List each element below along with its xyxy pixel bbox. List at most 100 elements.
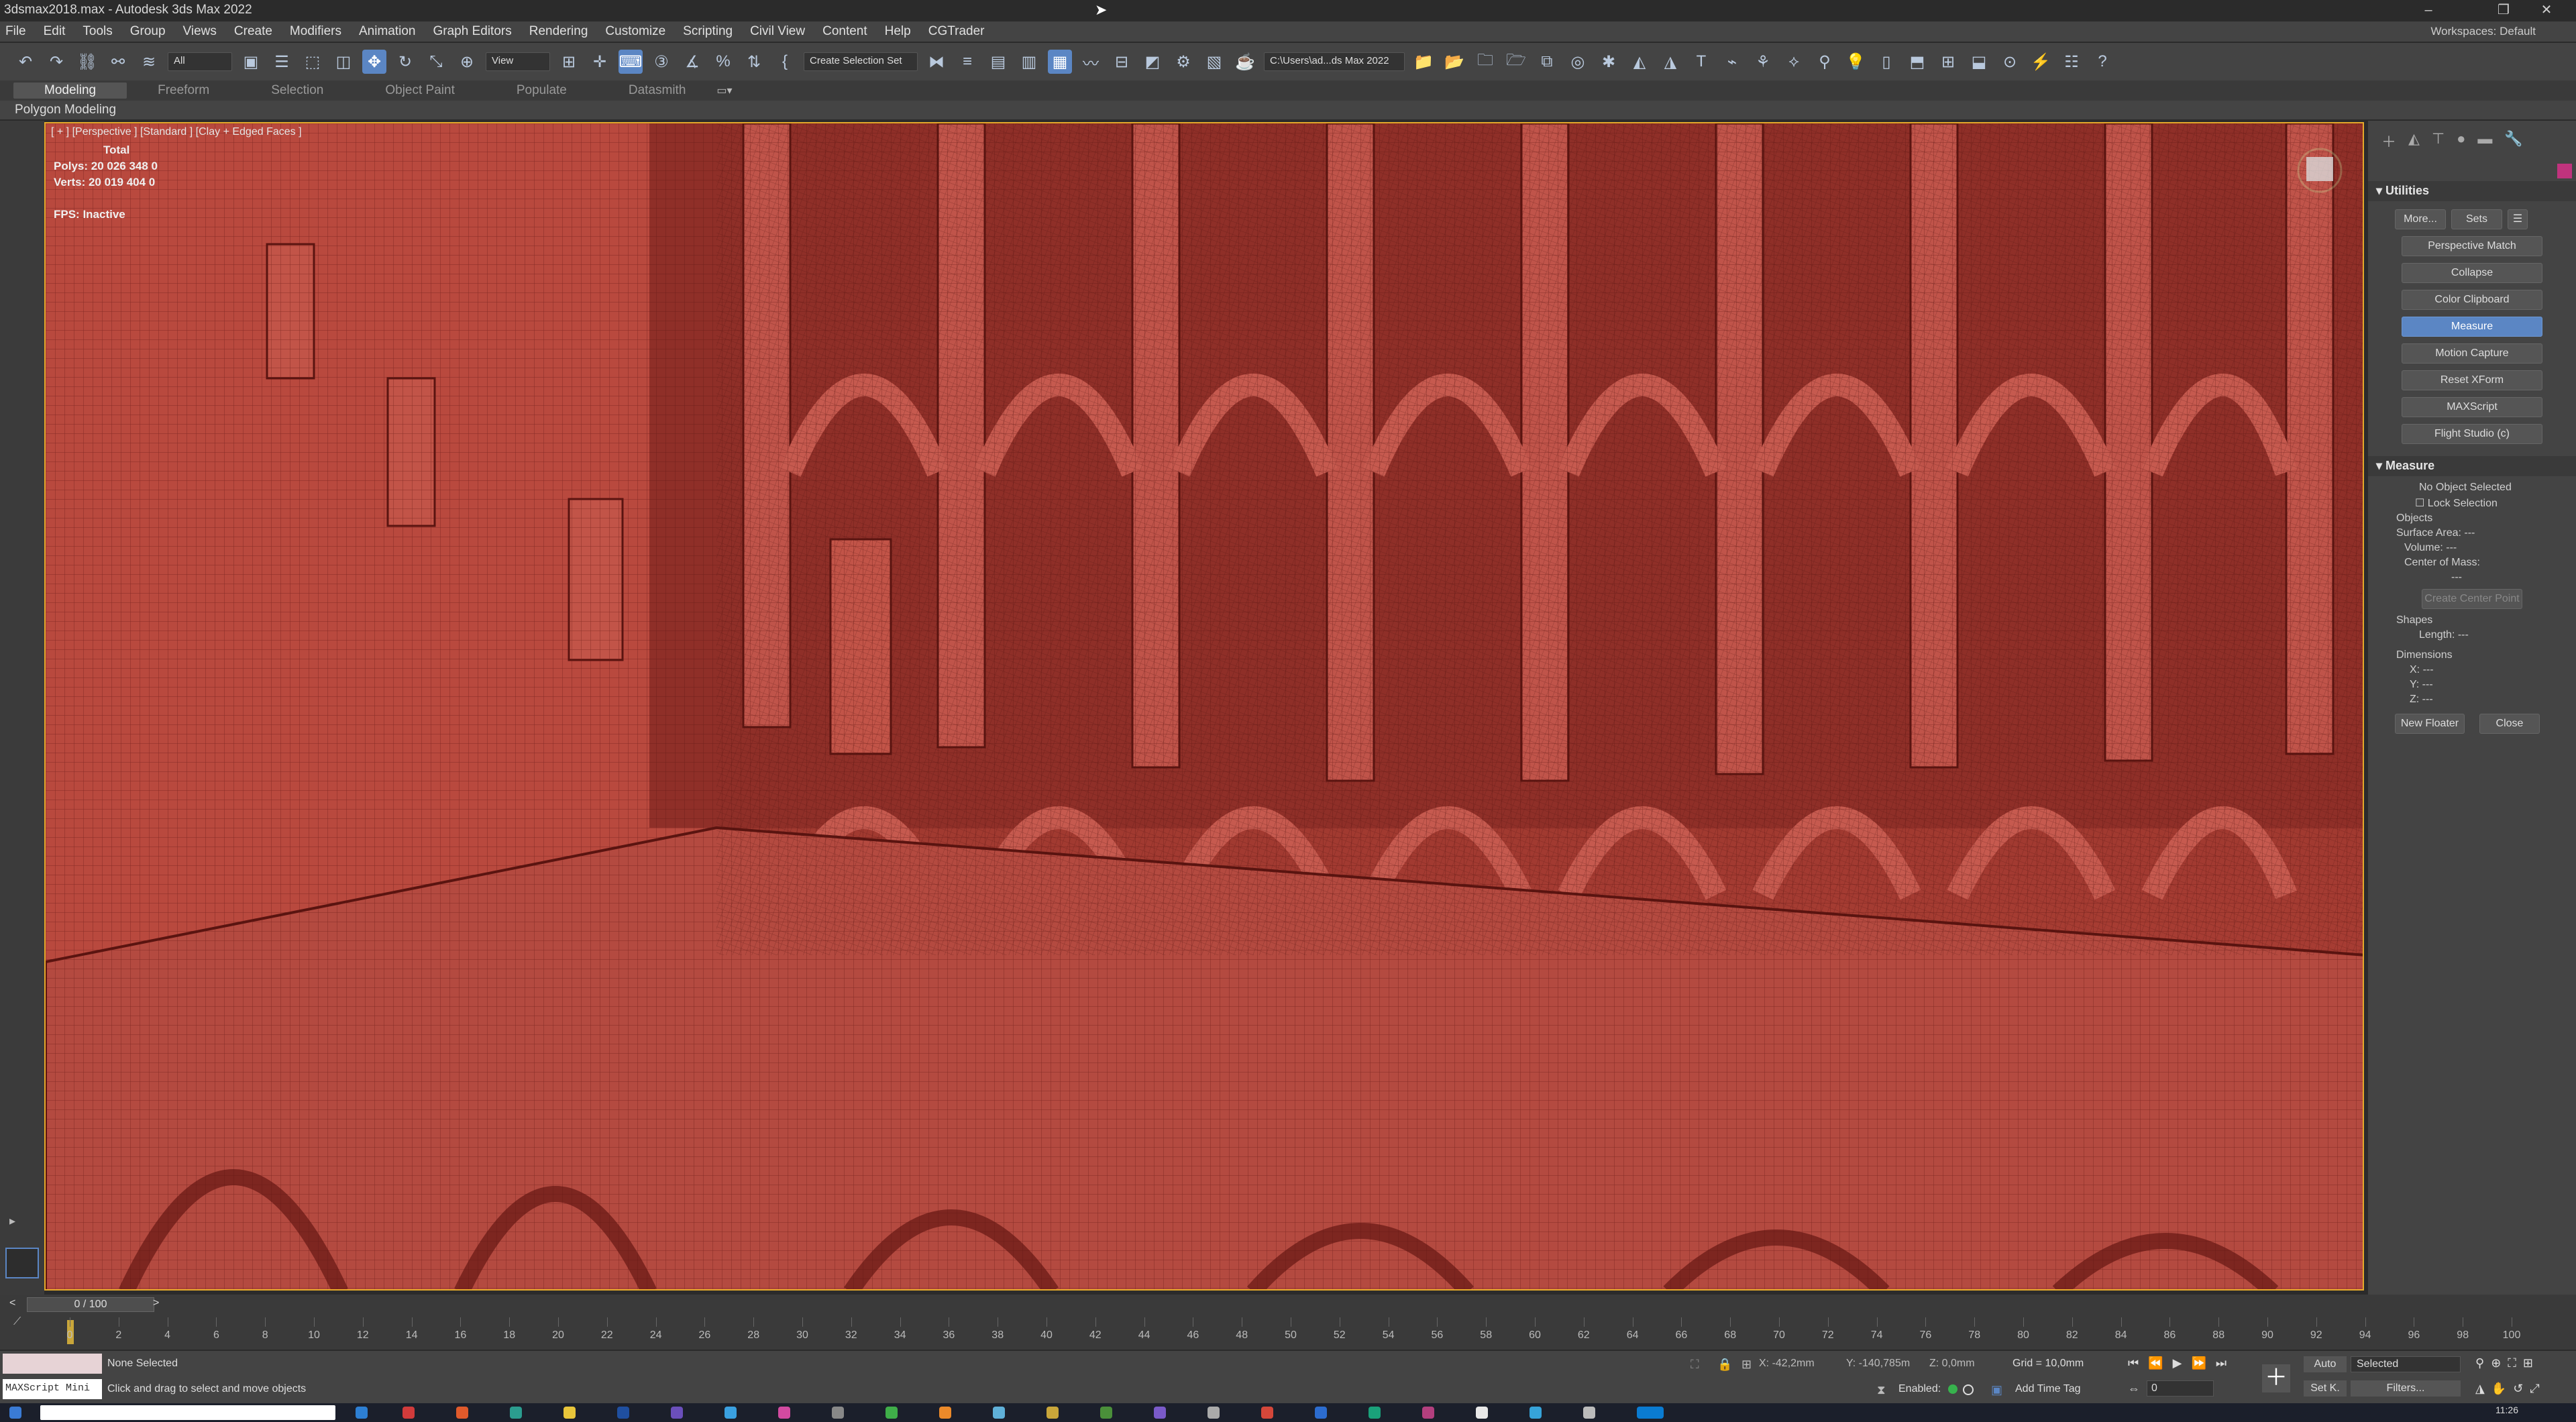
menu-modifiers[interactable]: Modifiers [290, 24, 341, 39]
expand-arrow-icon[interactable]: ▸ [9, 1214, 15, 1228]
app-icon-3dsmax[interactable] [1637, 1407, 1664, 1419]
measure-button[interactable]: Measure [2402, 317, 2542, 337]
keyboard-shortcut-override-icon[interactable]: ⌨ [619, 50, 643, 74]
space-warp-icon[interactable]: ⌁ [1720, 50, 1744, 74]
workspaces-selector[interactable]: Workspaces: Default [2430, 25, 2536, 38]
scene-converter-icon[interactable]: ⚡ [2029, 50, 2053, 74]
app-icon-12[interactable] [939, 1407, 951, 1419]
tab-modeling[interactable]: Modeling [13, 83, 127, 99]
absolute-mode-icon[interactable]: ⊞ [1741, 1358, 1752, 1372]
safe-frame-icon[interactable]: ⬒ [1905, 50, 1929, 74]
app-icon-10[interactable] [832, 1407, 844, 1419]
reference-coordinate-dropdown[interactable]: View [486, 52, 550, 71]
maximize-viewport-icon[interactable]: ⤢ [2530, 1382, 2539, 1396]
menu-graph-editors[interactable]: Graph Editors [433, 24, 512, 39]
prev-key-icon[interactable]: ⏪ [2148, 1356, 2163, 1370]
select-and-place-icon[interactable]: ⊕ [455, 50, 479, 74]
listener-pink-box[interactable] [3, 1354, 102, 1374]
time-slider[interactable]: < 0 / 100 > [0, 1295, 2576, 1315]
undo-icon[interactable]: ↶ [13, 50, 38, 74]
flight-studio-button[interactable]: Flight Studio (c) [2402, 424, 2542, 444]
bulb-icon[interactable]: 💡 [1843, 50, 1868, 74]
prev-frame-icon[interactable]: < [9, 1297, 15, 1309]
menu-tools[interactable]: Tools [83, 24, 112, 39]
text-icon[interactable]: T [1689, 50, 1713, 74]
tab-selection[interactable]: Selection [240, 83, 354, 98]
utilities-tab-icon[interactable]: 🔧 [2504, 130, 2522, 152]
network-icon[interactable]: ⧉ [1535, 50, 1559, 74]
menu-help[interactable]: Help [885, 24, 911, 39]
play-icon[interactable]: ▶ [2173, 1356, 2182, 1370]
motion-capture-button[interactable]: Motion Capture [2402, 343, 2542, 364]
display-tab-icon[interactable]: ▬ [2477, 130, 2492, 152]
window-crossing-icon[interactable]: ◫ [331, 50, 356, 74]
scene-explorer-icon[interactable]: ▤ [986, 50, 1010, 74]
motion-tab-icon[interactable]: ● [2457, 130, 2465, 152]
menu-customize[interactable]: Customize [605, 24, 665, 39]
helper-icon[interactable]: ◭ [1627, 50, 1652, 74]
app-icon-22[interactable] [1476, 1407, 1488, 1419]
curve-editor-icon[interactable]: 〰 [1079, 50, 1103, 74]
hierarchy-tab-icon[interactable]: ⊤ [2432, 130, 2445, 152]
app-icon-21[interactable] [1422, 1407, 1434, 1419]
more-button[interactable]: More... [2395, 209, 2446, 229]
tab-populate[interactable]: Populate [486, 83, 598, 98]
menu-rendering[interactable]: Rendering [529, 24, 588, 39]
viewport-label[interactable]: [ + ] [Perspective ] [Standard ] [Clay +… [51, 126, 302, 138]
menu-civil-view[interactable]: Civil View [750, 24, 805, 39]
spinner-snap-icon[interactable]: ⇅ [742, 50, 766, 74]
app-icon-3[interactable] [456, 1407, 468, 1419]
app-icon-14[interactable] [1046, 1407, 1059, 1419]
menu-create[interactable]: Create [234, 24, 272, 39]
hair-icon[interactable]: ⚲ [1813, 50, 1837, 74]
bind-space-warp-icon[interactable]: ≋ [137, 50, 161, 74]
menu-edit[interactable]: Edit [44, 24, 66, 39]
current-frame-field[interactable]: 0 [2147, 1380, 2214, 1397]
align-icon[interactable]: ≡ [955, 50, 979, 74]
help-icon[interactable]: ? [2090, 50, 2114, 74]
go-to-start-icon[interactable]: ⏮ [2128, 1356, 2139, 1370]
tab-datasmith[interactable]: Datasmith [598, 83, 717, 98]
app-icon-7[interactable] [671, 1407, 683, 1419]
restore-icon[interactable]: ❐ [2483, 0, 2524, 20]
app-icon-8[interactable] [724, 1407, 737, 1419]
angle-snap-icon[interactable]: ∡ [680, 50, 704, 74]
add-time-tag-label[interactable]: Add Time Tag [2015, 1383, 2081, 1395]
layer-explorer-icon[interactable]: ▥ [1017, 50, 1041, 74]
percent-snap-icon[interactable]: % [711, 50, 735, 74]
selection-filter-dropdown[interactable]: All [168, 52, 232, 71]
app-icon-20[interactable] [1368, 1407, 1381, 1419]
menu-file[interactable]: File [5, 24, 26, 39]
close-button[interactable]: Close [2479, 714, 2540, 734]
viewport-layout-thumbnail[interactable] [5, 1248, 39, 1278]
app-icon-6[interactable] [617, 1407, 629, 1419]
go-to-end-icon[interactable]: ⏭ [2216, 1356, 2226, 1370]
menu-views[interactable]: Views [183, 24, 217, 39]
schematic-view-icon[interactable]: ⊟ [1110, 50, 1134, 74]
app-icon-23[interactable] [1529, 1407, 1542, 1419]
menu-group[interactable]: Group [130, 24, 166, 39]
select-object-icon[interactable]: ▣ [239, 50, 263, 74]
adaptive-options-icon[interactable] [1963, 1384, 1974, 1395]
zoom-icon[interactable]: ⚲ [2475, 1356, 2484, 1370]
select-and-move-icon[interactable]: ✥ [362, 50, 386, 74]
project-path-dropdown[interactable]: C:\Users\ad...ds Max 2022 [1264, 52, 1405, 71]
track-bar[interactable]: ⟋ 0 2 4 6 8 10 12 14 16 18 20 22 24 26 28 30 32 34 36 38 40 4… [0, 1315, 2576, 1350]
render-production-icon[interactable]: ☕ [1233, 50, 1257, 74]
time-config-icon[interactable]: ⇔ [2128, 1382, 2140, 1396]
select-and-rotate-icon[interactable]: ↻ [393, 50, 417, 74]
unlink-icon[interactable]: ⚯ [106, 50, 130, 74]
app-icon-17[interactable] [1208, 1407, 1220, 1419]
browse-icon[interactable]: 🗁 [1504, 50, 1528, 74]
menu-scripting[interactable]: Scripting [683, 24, 733, 39]
auto-key-button[interactable]: Auto [2304, 1356, 2347, 1372]
grid-icon[interactable]: ⊞ [1936, 50, 1960, 74]
app-icon-11[interactable] [885, 1407, 898, 1419]
lock-selection-checkbox[interactable]: ☐ Lock Selection [2368, 495, 2576, 511]
app-icon-1[interactable] [356, 1407, 368, 1419]
close-icon[interactable]: ✕ [2526, 0, 2567, 20]
create-tab-icon[interactable]: ＋ [2381, 130, 2396, 152]
ribbon-options-icon[interactable]: ▭▾ [716, 84, 732, 97]
create-center-point-button[interactable]: Create Center Point [2422, 589, 2522, 609]
ribbon-toggle-icon[interactable]: ▦ [1048, 50, 1072, 74]
